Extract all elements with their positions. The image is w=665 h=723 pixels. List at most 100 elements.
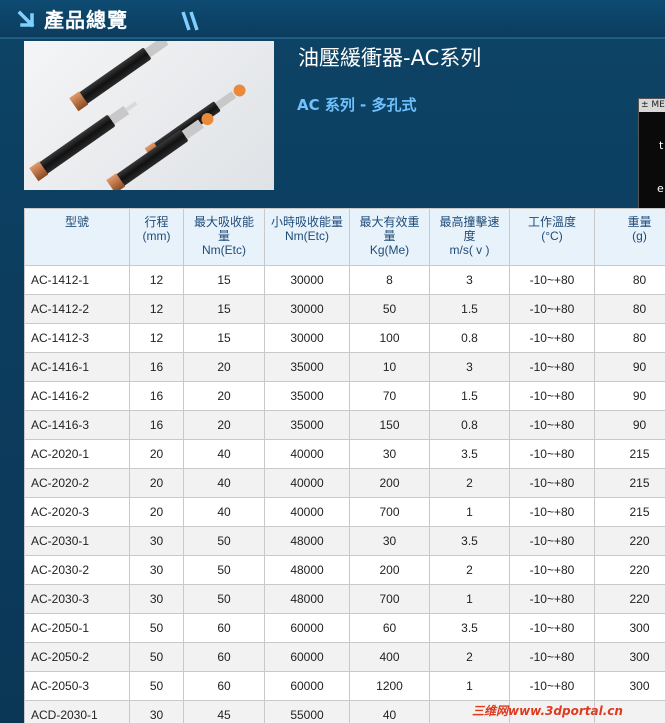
- table-body: AC-1412-1 12 15 30000 8 3 -10~+80 80 AC-1412-2 12…: [24, 265, 665, 723]
- table-cell: 20: [183, 352, 265, 382]
- table-row: AC-2020-3 20 40 40000 700 1 -10~+80 215: [24, 497, 665, 527]
- model-cell: AC-1416-2: [24, 381, 130, 411]
- table-cell: 50: [129, 613, 184, 643]
- table-row: AC-2030-1 30 50 48000 30 3.5 -10~+80 220: [24, 526, 665, 556]
- column-header-text: 最大吸收能: [193, 215, 254, 229]
- product-subtitle: AC 系列 - 多孔式: [297, 96, 417, 114]
- model-cell: AC-2050-1: [24, 613, 130, 643]
- table-cell: 50: [183, 584, 265, 614]
- table-cell: 12: [129, 294, 184, 324]
- column-header-text: (°C): [541, 229, 563, 243]
- table-row: AC-1412-3 12 15 30000 100 0.8 -10~+80 80: [24, 323, 665, 353]
- header-divider: [0, 37, 665, 39]
- column-header-text: 型號: [64, 215, 89, 229]
- table-cell: 60: [349, 613, 430, 643]
- column-header-text: Kg(Me): [369, 243, 410, 257]
- column-header: 型號: [24, 208, 130, 266]
- table-cell: 400: [349, 642, 430, 672]
- table-cell: 10: [349, 352, 430, 382]
- table-cell: 3: [429, 265, 510, 295]
- table-cell: 50: [183, 526, 265, 556]
- table-cell: 1.5: [429, 381, 510, 411]
- table-cell: 300: [594, 671, 665, 701]
- column-header-text: m/s( v ): [449, 243, 490, 257]
- table-cell: 3.5: [429, 439, 510, 469]
- table-cell: 30: [349, 439, 430, 469]
- table-cell: 45: [183, 700, 265, 723]
- table-header-row: 型號 行程 (mm) 最大吸收能量 Nm(Etc) 小時吸收能量 Nm(Etc) 最大有效重量…: [24, 208, 665, 266]
- side-widget-text: t: [659, 139, 664, 152]
- watermark: 三维网www.3dportal.cn: [472, 704, 623, 718]
- table-cell: -10~+80: [509, 642, 595, 672]
- table-cell: 40: [183, 439, 265, 469]
- table-cell: 30000: [264, 294, 350, 324]
- table-cell: 20: [183, 381, 265, 411]
- table-cell: 30000: [264, 265, 350, 295]
- table-cell: 20: [129, 439, 184, 469]
- table-cell: 220: [594, 555, 665, 585]
- side-widget-text: e: [657, 182, 664, 195]
- table-cell: 30: [129, 584, 184, 614]
- table-cell: 20: [183, 410, 265, 440]
- table-cell: 20: [129, 468, 184, 498]
- table-cell: -10~+80: [509, 381, 595, 411]
- model-cell: AC-1412-1: [24, 265, 130, 295]
- table-cell: -10~+80: [509, 584, 595, 614]
- table-cell: 80: [594, 323, 665, 353]
- shock-absorber-image: [29, 41, 246, 190]
- table-cell: 0.8: [429, 410, 510, 440]
- table-cell: 100: [349, 323, 430, 353]
- table-cell: 16: [129, 381, 184, 411]
- spec-table: 型號 行程 (mm) 最大吸收能量 Nm(Etc) 小時吸收能量 Nm(Etc) 最大有效重量…: [24, 208, 665, 723]
- spec-table-container: 型號 行程 (mm) 最大吸收能量 Nm(Etc) 小時吸收能量 Nm(Etc) 最大有效重量…: [24, 208, 665, 723]
- column-header: 工作溫度 (°C): [509, 208, 595, 266]
- table-cell: -10~+80: [509, 323, 595, 353]
- table-row: AC-2030-2 30 50 48000 200 2 -10~+80 220: [24, 555, 665, 585]
- table-cell: 300: [594, 613, 665, 643]
- model-cell: AC-1416-1: [24, 352, 130, 382]
- table-cell: 700: [349, 584, 430, 614]
- table-cell: 60000: [264, 613, 350, 643]
- column-header-text: (mm): [142, 229, 171, 243]
- table-cell: 1: [429, 497, 510, 527]
- table-cell: 50: [129, 642, 184, 672]
- model-cell: AC-2020-3: [24, 497, 130, 527]
- table-cell: 40: [349, 700, 430, 723]
- table-row: AC-1412-1 12 15 30000 8 3 -10~+80 80: [24, 265, 665, 295]
- table-row: AC-2050-1 50 60 60000 60 3.5 -10~+80 300: [24, 613, 665, 643]
- table-row: AC-1416-2 16 20 35000 70 1.5 -10~+80 90: [24, 381, 665, 411]
- table-cell: 1: [429, 584, 510, 614]
- table-cell: 2: [429, 642, 510, 672]
- table-cell: 30: [349, 526, 430, 556]
- table-cell: -10~+80: [509, 468, 595, 498]
- table-cell: 2: [429, 468, 510, 498]
- table-cell: 12: [129, 323, 184, 353]
- table-cell: 80: [594, 265, 665, 295]
- table-cell: 40: [183, 497, 265, 527]
- side-widget-label[interactable]: ± ME: [639, 99, 665, 112]
- table-cell: 20: [129, 497, 184, 527]
- table-cell: 3: [429, 352, 510, 382]
- column-header-text: 量: [217, 229, 230, 243]
- table-cell: 220: [594, 584, 665, 614]
- table-cell: 90: [594, 352, 665, 382]
- table-cell: 55000: [264, 700, 350, 723]
- column-header: 行程 (mm): [129, 208, 184, 266]
- table-cell: 80: [594, 294, 665, 324]
- table-cell: 40: [183, 468, 265, 498]
- column-header: 最大吸收能量 Nm(Etc): [183, 208, 265, 266]
- column-header: 小時吸收能量 Nm(Etc): [264, 208, 350, 266]
- table-cell: 215: [594, 439, 665, 469]
- model-cell: AC-1412-2: [24, 294, 130, 324]
- table-row: AC-1416-1 16 20 35000 10 3 -10~+80 90: [24, 352, 665, 382]
- column-header-text: 工作溫度: [527, 215, 576, 229]
- column-header-text: 行程: [144, 215, 169, 229]
- column-header-text: 度: [463, 229, 476, 243]
- table-row: AC-1412-2 12 15 30000 50 1.5 -10~+80 80: [24, 294, 665, 324]
- table-cell: 60: [183, 613, 265, 643]
- table-cell: -10~+80: [509, 265, 595, 295]
- table-cell: 200: [349, 468, 430, 498]
- table-cell: 50: [183, 555, 265, 585]
- table-cell: 16: [129, 352, 184, 382]
- column-header: 最高撞擊速度 m/s( v ): [429, 208, 510, 266]
